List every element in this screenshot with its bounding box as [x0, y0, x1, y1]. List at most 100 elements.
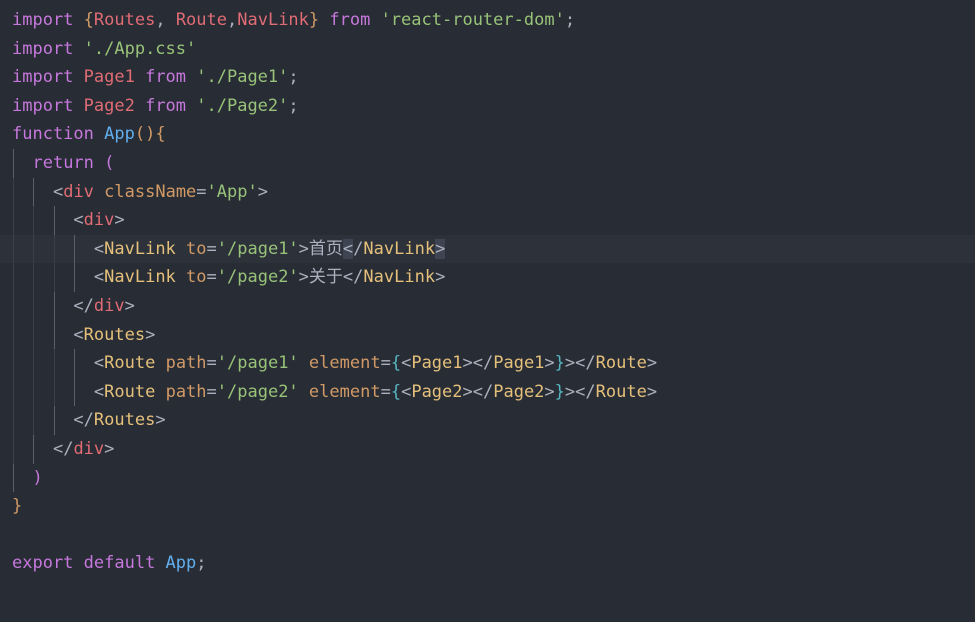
code-line[interactable] — [0, 521, 975, 550]
code-token: NavLink — [237, 10, 309, 30]
code-token: Page1 — [411, 353, 463, 374]
code-text: import './App.css' — [12, 35, 196, 64]
code-line[interactable]: </div> — [0, 435, 975, 464]
code-line[interactable]: ) — [0, 463, 975, 493]
code-token: </ — [73, 296, 94, 316]
code-text: <Route path='/page1' element={<Page1></P… — [12, 349, 657, 378]
code-token: () — [134, 124, 156, 145]
code-line[interactable]: <Route path='/page2' element={<Page2></P… — [0, 377, 975, 407]
code-token: path — [165, 353, 207, 374]
code-text: <NavLink to='/page1'>首页</NavLink> — [12, 235, 446, 264]
code-token: import — [12, 10, 84, 30]
code-token: 'App' — [206, 181, 258, 202]
code-line[interactable]: <div className='App'> — [0, 177, 975, 207]
code-line[interactable]: } — [0, 492, 975, 521]
code-token: </ — [73, 410, 94, 431]
code-token: div — [73, 439, 105, 459]
code-token: 首页 — [308, 238, 343, 259]
code-line[interactable]: import {Routes, Route,NavLink} from 'rea… — [0, 6, 975, 35]
code-token: import — [12, 95, 84, 116]
code-token: export — [12, 553, 84, 574]
code-line[interactable]: <Routes> — [0, 320, 975, 350]
code-token: from — [134, 95, 197, 116]
code-token: element — [308, 381, 381, 402]
code-token: / — [353, 238, 364, 259]
code-token: './App.css' — [83, 38, 197, 59]
code-token: > — [646, 353, 658, 374]
code-token: Page2 — [83, 95, 135, 116]
code-line[interactable]: </Routes> — [0, 406, 975, 435]
code-token: = — [206, 381, 217, 402]
code-token: App — [104, 124, 135, 145]
code-line[interactable]: <Route path='/page1' element={<Page1></P… — [0, 349, 975, 378]
code-token: Page2 — [493, 381, 545, 402]
code-token: = — [380, 381, 391, 402]
code-token: < — [93, 267, 105, 288]
code-token: > — [435, 267, 446, 288]
code-token: ( — [104, 153, 115, 173]
code-line[interactable]: import Page2 from './Page2'; — [0, 92, 975, 121]
code-line[interactable]: </div> — [0, 292, 975, 321]
code-token: ; — [288, 95, 299, 116]
code-token: > — [298, 238, 309, 259]
code-editor[interactable]: import {Routes, Route,NavLink} from 'rea… — [0, 0, 975, 622]
code-text: import {Routes, Route,NavLink} from 'rea… — [12, 6, 575, 35]
code-token: > — [114, 210, 125, 231]
code-token: div — [83, 210, 115, 231]
code-text: ) — [12, 464, 42, 493]
code-line[interactable]: return ( — [0, 149, 975, 178]
code-token: < — [52, 181, 64, 202]
code-token: } — [554, 381, 565, 402]
code-token: './Page1' — [196, 67, 289, 88]
code-token: Route — [595, 381, 647, 402]
code-text: </div> — [12, 435, 114, 464]
code-line[interactable]: function App(){ — [0, 120, 975, 149]
code-token: } — [554, 353, 565, 374]
code-line[interactable]: <NavLink to='/page1'>首页</NavLink> — [0, 234, 975, 264]
code-token: ; — [288, 67, 299, 88]
code-token: > — [435, 238, 446, 259]
code-token: > — [104, 439, 115, 459]
code-token: < — [93, 381, 105, 402]
code-token: ></ — [462, 353, 494, 374]
code-line[interactable]: import './App.css' — [0, 35, 975, 64]
code-token: 'react-router-dom' — [380, 10, 565, 30]
code-token: from — [134, 67, 197, 88]
code-token: , — [227, 10, 238, 30]
code-token: > — [257, 181, 268, 202]
code-token: ></ — [462, 381, 494, 402]
code-token: Page1 — [83, 67, 135, 88]
code-token: NavLink — [104, 238, 176, 259]
code-token: < — [93, 238, 105, 259]
code-token: App — [165, 553, 197, 574]
code-token: { — [390, 381, 402, 402]
code-token: Route — [104, 381, 156, 402]
code-token: ></ — [564, 381, 596, 402]
code-token: Routes — [83, 324, 146, 345]
code-token: '/page2' — [216, 381, 299, 402]
code-token: } — [308, 10, 320, 30]
code-line[interactable]: <div> — [0, 206, 975, 235]
code-line[interactable]: export default App; — [0, 549, 975, 578]
code-token: function — [12, 124, 105, 145]
code-line[interactable]: <NavLink to='/page2'>关于</NavLink> — [0, 263, 975, 292]
code-token: > — [544, 381, 555, 402]
code-token: ; — [196, 553, 207, 574]
code-token: Route — [595, 353, 647, 374]
code-line[interactable]: import Page1 from './Page1'; — [0, 63, 975, 92]
code-token: Routes — [93, 410, 156, 431]
code-token: ></ — [564, 353, 596, 374]
code-text: function App(){ — [12, 120, 166, 149]
code-token: element — [308, 353, 381, 374]
